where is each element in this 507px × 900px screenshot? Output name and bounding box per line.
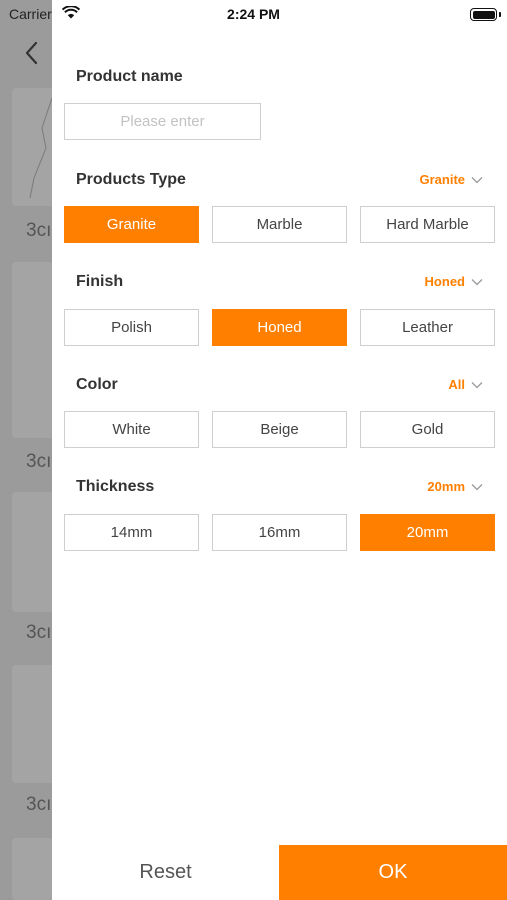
finish-selected-value: Honed — [424, 274, 465, 289]
products-type-selected-value: Granite — [419, 172, 465, 187]
battery-tip — [499, 12, 501, 17]
chevron-down-icon — [471, 483, 483, 490]
color-option-gold[interactable]: Gold — [360, 411, 495, 448]
color-option-white[interactable]: White — [64, 411, 199, 448]
chevron-down-icon — [471, 176, 483, 183]
reset-button[interactable]: Reset — [52, 845, 279, 900]
ok-button[interactable]: OK — [279, 845, 507, 900]
thickness-title: Thickness — [76, 478, 155, 495]
product-name-title: Product name — [76, 68, 183, 85]
finish-options: Polish Honed Leather — [64, 309, 495, 346]
filter-drawer: Product name Products Type Granite Grani… — [52, 0, 507, 900]
status-bar: Carrier 2:24 PM — [0, 0, 507, 30]
products-type-dropdown[interactable]: Granite — [419, 172, 483, 187]
type-option-marble[interactable]: Marble — [212, 206, 347, 243]
type-option-granite[interactable]: Granite — [64, 206, 199, 243]
products-type-title: Products Type — [76, 171, 186, 188]
product-name-input[interactable] — [64, 103, 261, 140]
color-selected-value: All — [448, 377, 465, 392]
thickness-options: 14mm 16mm 20mm — [64, 514, 495, 551]
clock-time: 2:24 PM — [227, 6, 280, 22]
background-item-label: 3cı — [26, 451, 52, 472]
finish-option-leather[interactable]: Leather — [360, 309, 495, 346]
thickness-option-16mm[interactable]: 16mm — [212, 514, 347, 551]
color-dropdown[interactable]: All — [448, 377, 483, 392]
back-chevron-icon[interactable] — [22, 40, 42, 66]
finish-option-honed[interactable]: Honed — [212, 309, 347, 346]
background-item-label: 3cı — [26, 794, 52, 815]
background-item-label: 3cı — [26, 220, 52, 241]
thickness-option-14mm[interactable]: 14mm — [64, 514, 199, 551]
battery-icon — [470, 8, 497, 21]
color-options: White Beige Gold — [64, 411, 495, 448]
products-type-options: Granite Marble Hard Marble — [64, 206, 495, 243]
finish-option-polish[interactable]: Polish — [64, 309, 199, 346]
chevron-down-icon — [471, 381, 483, 388]
drawer-footer: Reset OK — [52, 845, 507, 900]
finish-title: Finish — [76, 273, 124, 290]
thickness-selected-value: 20mm — [427, 479, 465, 494]
finish-dropdown[interactable]: Honed — [425, 274, 483, 289]
thickness-dropdown[interactable]: 20mm — [427, 479, 483, 494]
background-item-label: 3cı — [26, 622, 52, 643]
color-option-beige[interactable]: Beige — [212, 411, 347, 448]
color-title: Color — [76, 376, 118, 393]
chevron-down-icon — [471, 278, 483, 285]
type-option-hard-marble[interactable]: Hard Marble — [360, 206, 495, 243]
thickness-option-20mm[interactable]: 20mm — [360, 514, 495, 551]
